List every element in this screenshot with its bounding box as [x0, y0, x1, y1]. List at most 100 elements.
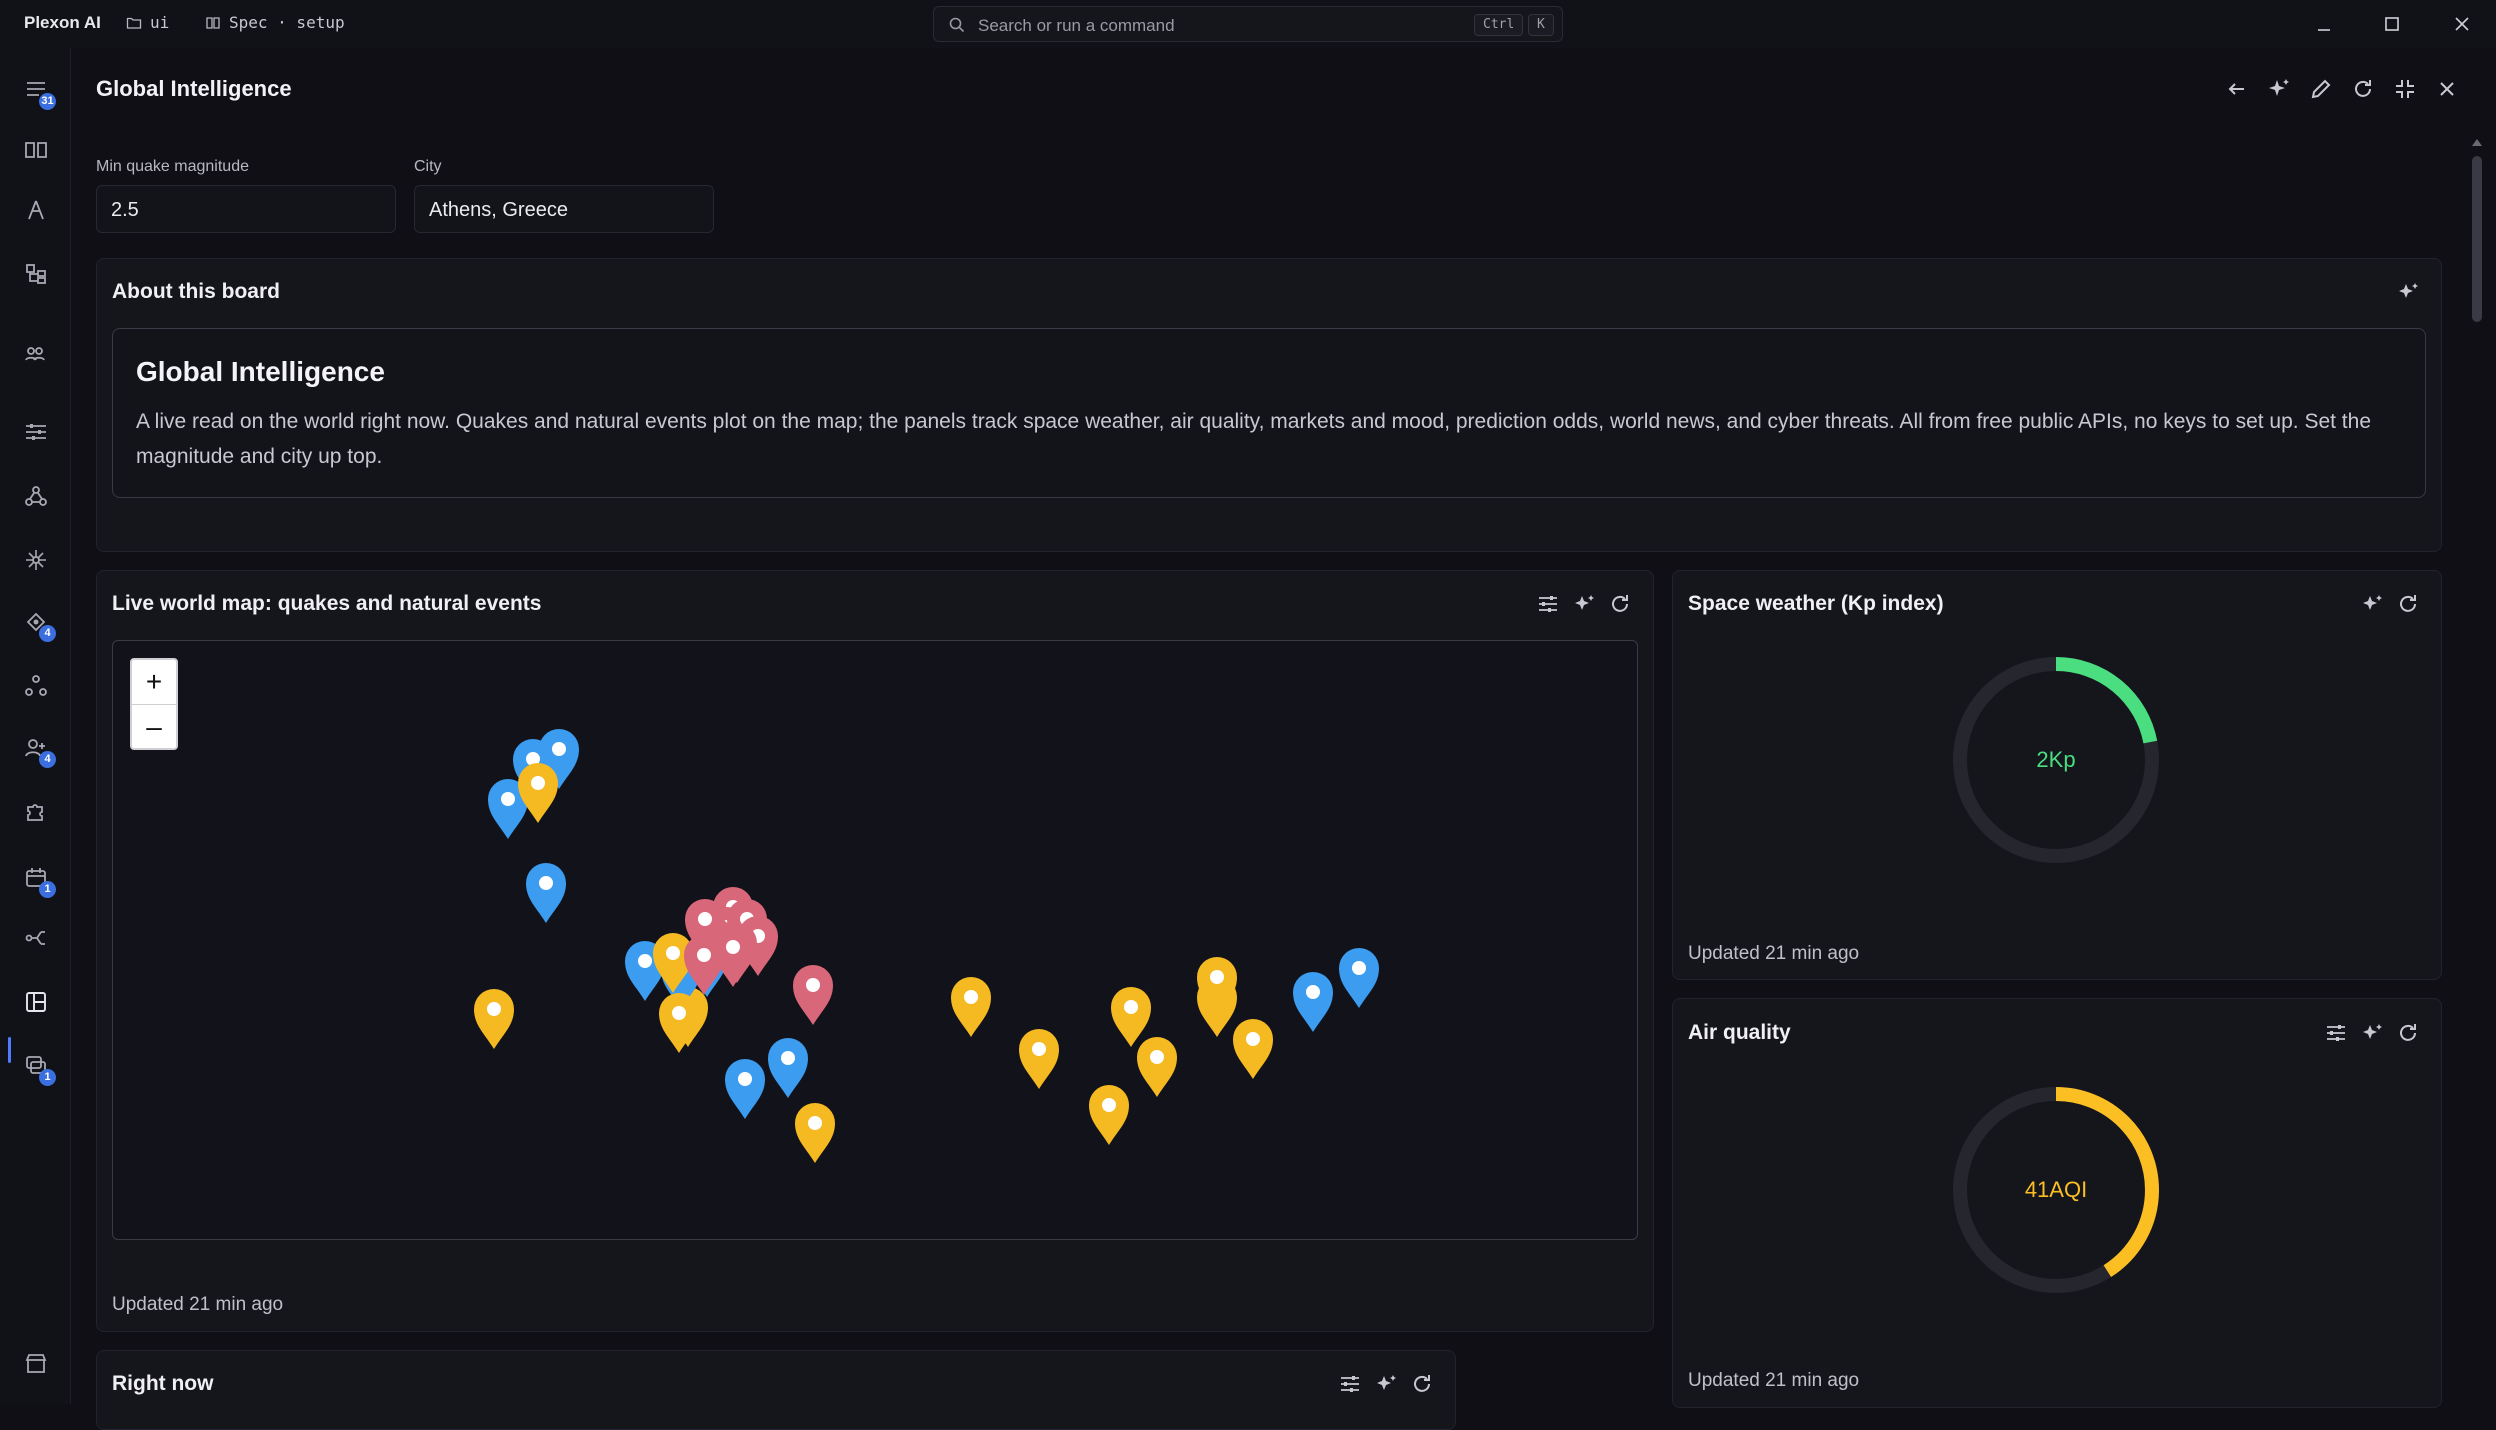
sidebar-item-boards[interactable]: [18, 984, 54, 1020]
edit-pencil-icon[interactable]: [2308, 76, 2334, 102]
about-panel-title: About this board: [112, 280, 280, 303]
natural-event-marker[interactable]: [1089, 1085, 1129, 1145]
scroll-up-icon[interactable]: [2470, 136, 2484, 148]
breadcrumb-folder[interactable]: ui: [126, 13, 169, 32]
filter-sliders-icon[interactable]: [1536, 592, 1560, 616]
app-name: Plexon AI: [24, 13, 101, 32]
sidebar-item-workflows[interactable]: [18, 256, 54, 292]
natural-event-marker[interactable]: [1019, 1029, 1059, 1089]
people-badge: 4: [39, 751, 56, 768]
graph-nodes-icon: [25, 675, 47, 696]
minimize-icon[interactable]: [2310, 10, 2338, 38]
natural-event-marker[interactable]: [659, 993, 699, 1053]
search-icon: [949, 17, 965, 33]
quake-marker[interactable]: [526, 863, 566, 923]
refresh-icon[interactable]: [1410, 1372, 1434, 1396]
kp-value: 2Kp: [2036, 747, 2076, 772]
shortcut-ctrl: Ctrl: [1474, 14, 1524, 36]
magnitude-input[interactable]: 2.5: [96, 185, 396, 233]
natural-event-marker[interactable]: [795, 1103, 835, 1163]
air-quality-title: Air quality: [1688, 1021, 1791, 1044]
map-panel-title: Live world map: quakes and natural event…: [112, 592, 542, 615]
command-search[interactable]: Search or run a command Ctrl K: [933, 6, 1563, 42]
calendar-badge: 1: [39, 881, 56, 898]
city-label: City: [414, 158, 442, 175]
breadcrumb-doc-label: Spec · setup: [229, 13, 345, 32]
natural-event-marker[interactable]: [1137, 1037, 1177, 1097]
sidebar-item-docs[interactable]: [18, 132, 54, 168]
sparkle-icon[interactable]: [1572, 592, 1596, 616]
zoom-in-button[interactable]: +: [132, 660, 176, 704]
sidebar-item-webhooks[interactable]: [18, 478, 54, 514]
air-quality-updated: Updated 21 min ago: [1688, 1370, 1860, 1391]
aqi-value: 41AQI: [2024, 1177, 2088, 1202]
breadcrumb-doc[interactable]: Spec · setup: [205, 13, 345, 32]
sidebar-item-tasks[interactable]: 31: [18, 72, 56, 110]
close-window-icon[interactable]: [2448, 10, 2476, 38]
quake-marker[interactable]: [1293, 972, 1333, 1032]
collapse-icon[interactable]: [2392, 76, 2418, 102]
branch-icon: [25, 931, 45, 945]
sidebar-item-chat[interactable]: 1: [18, 1048, 56, 1086]
scroll-thumb[interactable]: [2472, 156, 2482, 322]
book-open-icon: [25, 142, 47, 158]
sidebar-item-branches[interactable]: [18, 920, 54, 956]
filter-sliders-icon[interactable]: [1338, 1372, 1362, 1396]
right-now-title: Right now: [112, 1372, 214, 1395]
webhook-icon: [25, 486, 47, 506]
store-icon: [25, 1354, 47, 1373]
about-body: A live read on the world right now. Quak…: [136, 410, 2372, 468]
maximize-icon[interactable]: [2378, 10, 2406, 38]
sidebar-item-calendar[interactable]: 1: [18, 860, 56, 898]
sidebar-item-graph[interactable]: [18, 668, 54, 704]
sidebar-item-plugins[interactable]: [18, 794, 54, 830]
sidebar-item-agents[interactable]: 4: [18, 604, 56, 642]
natural-event-marker[interactable]: [951, 977, 991, 1037]
right-now-panel: [96, 1350, 1456, 1430]
folder-icon: [126, 17, 142, 29]
natural-event-marker[interactable]: [1233, 1019, 1273, 1079]
sparkle-icon[interactable]: [2360, 1021, 2384, 1045]
filter-sliders-icon[interactable]: [2324, 1021, 2348, 1045]
zoom-out-button[interactable]: –: [132, 704, 176, 748]
refresh-icon[interactable]: [2350, 76, 2376, 102]
chat-badge: 1: [39, 1069, 56, 1086]
sparkle-icon[interactable]: [2396, 280, 2420, 304]
active-indicator: [8, 1037, 11, 1063]
space-weather-updated: Updated 21 min ago: [1688, 943, 1860, 964]
book-icon: [206, 16, 220, 29]
team-sparkle-icon: [25, 347, 45, 361]
sidebar-item-store[interactable]: [18, 1346, 54, 1382]
natural-event-marker[interactable]: [1111, 987, 1151, 1047]
sidebar-item-people[interactable]: 4: [18, 730, 56, 768]
zoom-control: + –: [130, 658, 178, 750]
tasks-badge: 31: [39, 93, 56, 110]
sidebar-item-design[interactable]: [18, 192, 54, 228]
sidebar: 31 4 4 1 1: [0, 48, 71, 1404]
world-map[interactable]: [112, 640, 1638, 1240]
sidebar-item-network[interactable]: [18, 542, 54, 578]
space-weather-title: Space weather (Kp index): [1688, 592, 1944, 615]
magnitude-label: Min quake magnitude: [96, 158, 249, 175]
quake-marker[interactable]: [1339, 948, 1379, 1008]
sidebar-item-team[interactable]: [18, 336, 54, 372]
shortcut-k: K: [1528, 14, 1554, 36]
back-arrow-icon[interactable]: [2224, 76, 2250, 102]
quake-cluster-marker[interactable]: [793, 965, 833, 1025]
title-bar: Plexon AI ui Spec · setup Search or run …: [0, 0, 2496, 48]
refresh-icon[interactable]: [2396, 1021, 2420, 1045]
city-input[interactable]: Athens, Greece: [414, 185, 714, 233]
flow-icon: [26, 264, 46, 284]
refresh-icon[interactable]: [1608, 592, 1632, 616]
map-markers-layer: [474, 729, 1379, 1163]
close-icon[interactable]: [2434, 76, 2460, 102]
sparkle-icon[interactable]: [1374, 1372, 1398, 1396]
agents-badge: 4: [39, 625, 56, 642]
refresh-icon[interactable]: [2396, 592, 2420, 616]
quake-marker[interactable]: [768, 1038, 808, 1098]
sidebar-item-settings[interactable]: [18, 414, 54, 450]
sparkle-icon[interactable]: [2266, 76, 2292, 102]
natural-event-marker[interactable]: [474, 989, 514, 1049]
sparkle-icon[interactable]: [2360, 592, 2384, 616]
quake-marker[interactable]: [725, 1059, 765, 1119]
